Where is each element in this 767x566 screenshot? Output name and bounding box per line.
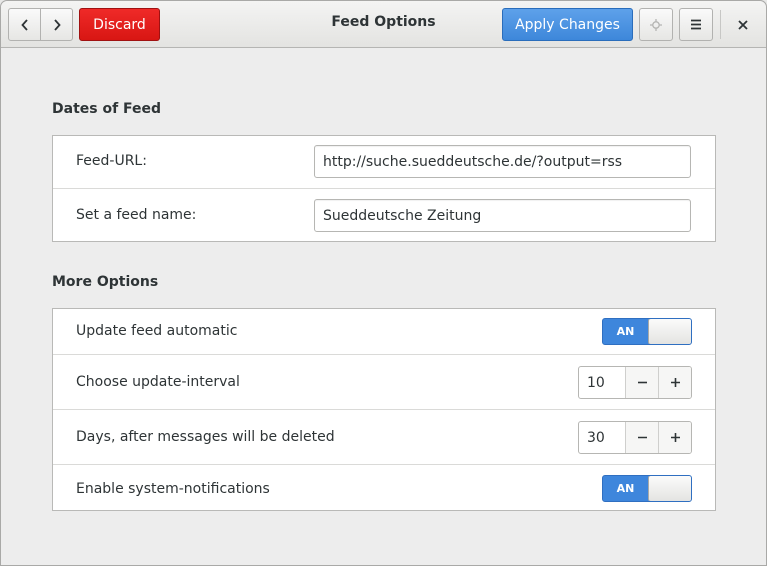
update-interval-decrement-button[interactable] bbox=[625, 367, 659, 398]
chevron-right-icon bbox=[52, 18, 62, 32]
navigation-buttons bbox=[8, 8, 73, 41]
minus-icon bbox=[637, 377, 648, 388]
header-bar: Discard Feed Options Apply Changes bbox=[1, 1, 766, 48]
apply-changes-button[interactable]: Apply Changes bbox=[502, 8, 633, 41]
more-options-frame: Update feed automatic AN Choose update-i… bbox=[52, 308, 716, 511]
back-button[interactable] bbox=[8, 8, 41, 41]
dates-frame: Feed-URL: http://suche.sueddeutsche.de/?… bbox=[52, 135, 716, 242]
feed-url-input[interactable]: http://suche.sueddeutsche.de/?output=rss bbox=[314, 145, 691, 178]
feed-url-label: Feed-URL: bbox=[76, 153, 147, 169]
list-item-notifications: Enable system-notifications AN bbox=[53, 464, 715, 510]
plus-icon bbox=[670, 432, 681, 443]
update-interval-increment-button[interactable] bbox=[658, 367, 691, 398]
feed-options-window: Discard Feed Options Apply Changes Dates… bbox=[0, 0, 767, 566]
hamburger-menu-icon bbox=[690, 19, 702, 30]
apply-changes-label: Apply Changes bbox=[515, 16, 620, 33]
discard-button[interactable]: Discard bbox=[79, 8, 160, 41]
list-item-feed-name: Set a feed name: Sueddeutsche Zeitung bbox=[53, 188, 715, 241]
delete-days-decrement-button[interactable] bbox=[625, 422, 659, 453]
auto-update-switch-state: AN bbox=[616, 325, 635, 338]
notifications-switch-state: AN bbox=[616, 482, 635, 495]
delete-days-label: Days, after messages will be deleted bbox=[76, 429, 335, 445]
header-separator bbox=[720, 10, 721, 39]
feed-name-label: Set a feed name: bbox=[76, 207, 197, 223]
notifications-switch[interactable]: AN bbox=[602, 475, 692, 502]
feed-name-input[interactable]: Sueddeutsche Zeitung bbox=[314, 199, 691, 232]
forward-button[interactable] bbox=[40, 8, 73, 41]
feed-name-value: Sueddeutsche Zeitung bbox=[323, 207, 482, 224]
chevron-left-icon bbox=[20, 18, 30, 32]
minus-icon bbox=[637, 432, 648, 443]
feed-url-value: http://suche.sueddeutsche.de/?output=rss bbox=[323, 153, 623, 170]
close-button[interactable] bbox=[728, 8, 758, 41]
crosshair-button[interactable] bbox=[639, 8, 673, 41]
discard-button-label: Discard bbox=[93, 16, 146, 33]
delete-days-value[interactable]: 30 bbox=[587, 422, 605, 453]
close-icon bbox=[738, 19, 748, 30]
auto-update-label: Update feed automatic bbox=[76, 323, 238, 339]
delete-days-increment-button[interactable] bbox=[658, 422, 691, 453]
section-title-dates: Dates of Feed bbox=[52, 101, 162, 117]
section-title-more-options: More Options bbox=[52, 274, 159, 290]
switch-knob bbox=[648, 319, 691, 344]
switch-knob bbox=[648, 476, 691, 501]
window-title: Feed Options bbox=[331, 14, 436, 30]
crosshair-icon bbox=[649, 18, 663, 32]
update-interval-value[interactable]: 10 bbox=[587, 367, 605, 398]
list-item-auto-update: Update feed automatic AN bbox=[53, 309, 715, 354]
delete-days-spinbutton[interactable]: 30 bbox=[578, 421, 692, 454]
auto-update-switch[interactable]: AN bbox=[602, 318, 692, 345]
menu-button[interactable] bbox=[679, 8, 713, 41]
list-item-delete-days: Days, after messages will be deleted 30 bbox=[53, 409, 715, 465]
plus-icon bbox=[670, 377, 681, 388]
update-interval-spinbutton[interactable]: 10 bbox=[578, 366, 692, 399]
list-item-update-interval: Choose update-interval 10 bbox=[53, 354, 715, 410]
update-interval-label: Choose update-interval bbox=[76, 374, 240, 390]
notifications-label: Enable system-notifications bbox=[76, 481, 270, 497]
list-item-feed-url: Feed-URL: http://suche.sueddeutsche.de/?… bbox=[53, 136, 715, 188]
